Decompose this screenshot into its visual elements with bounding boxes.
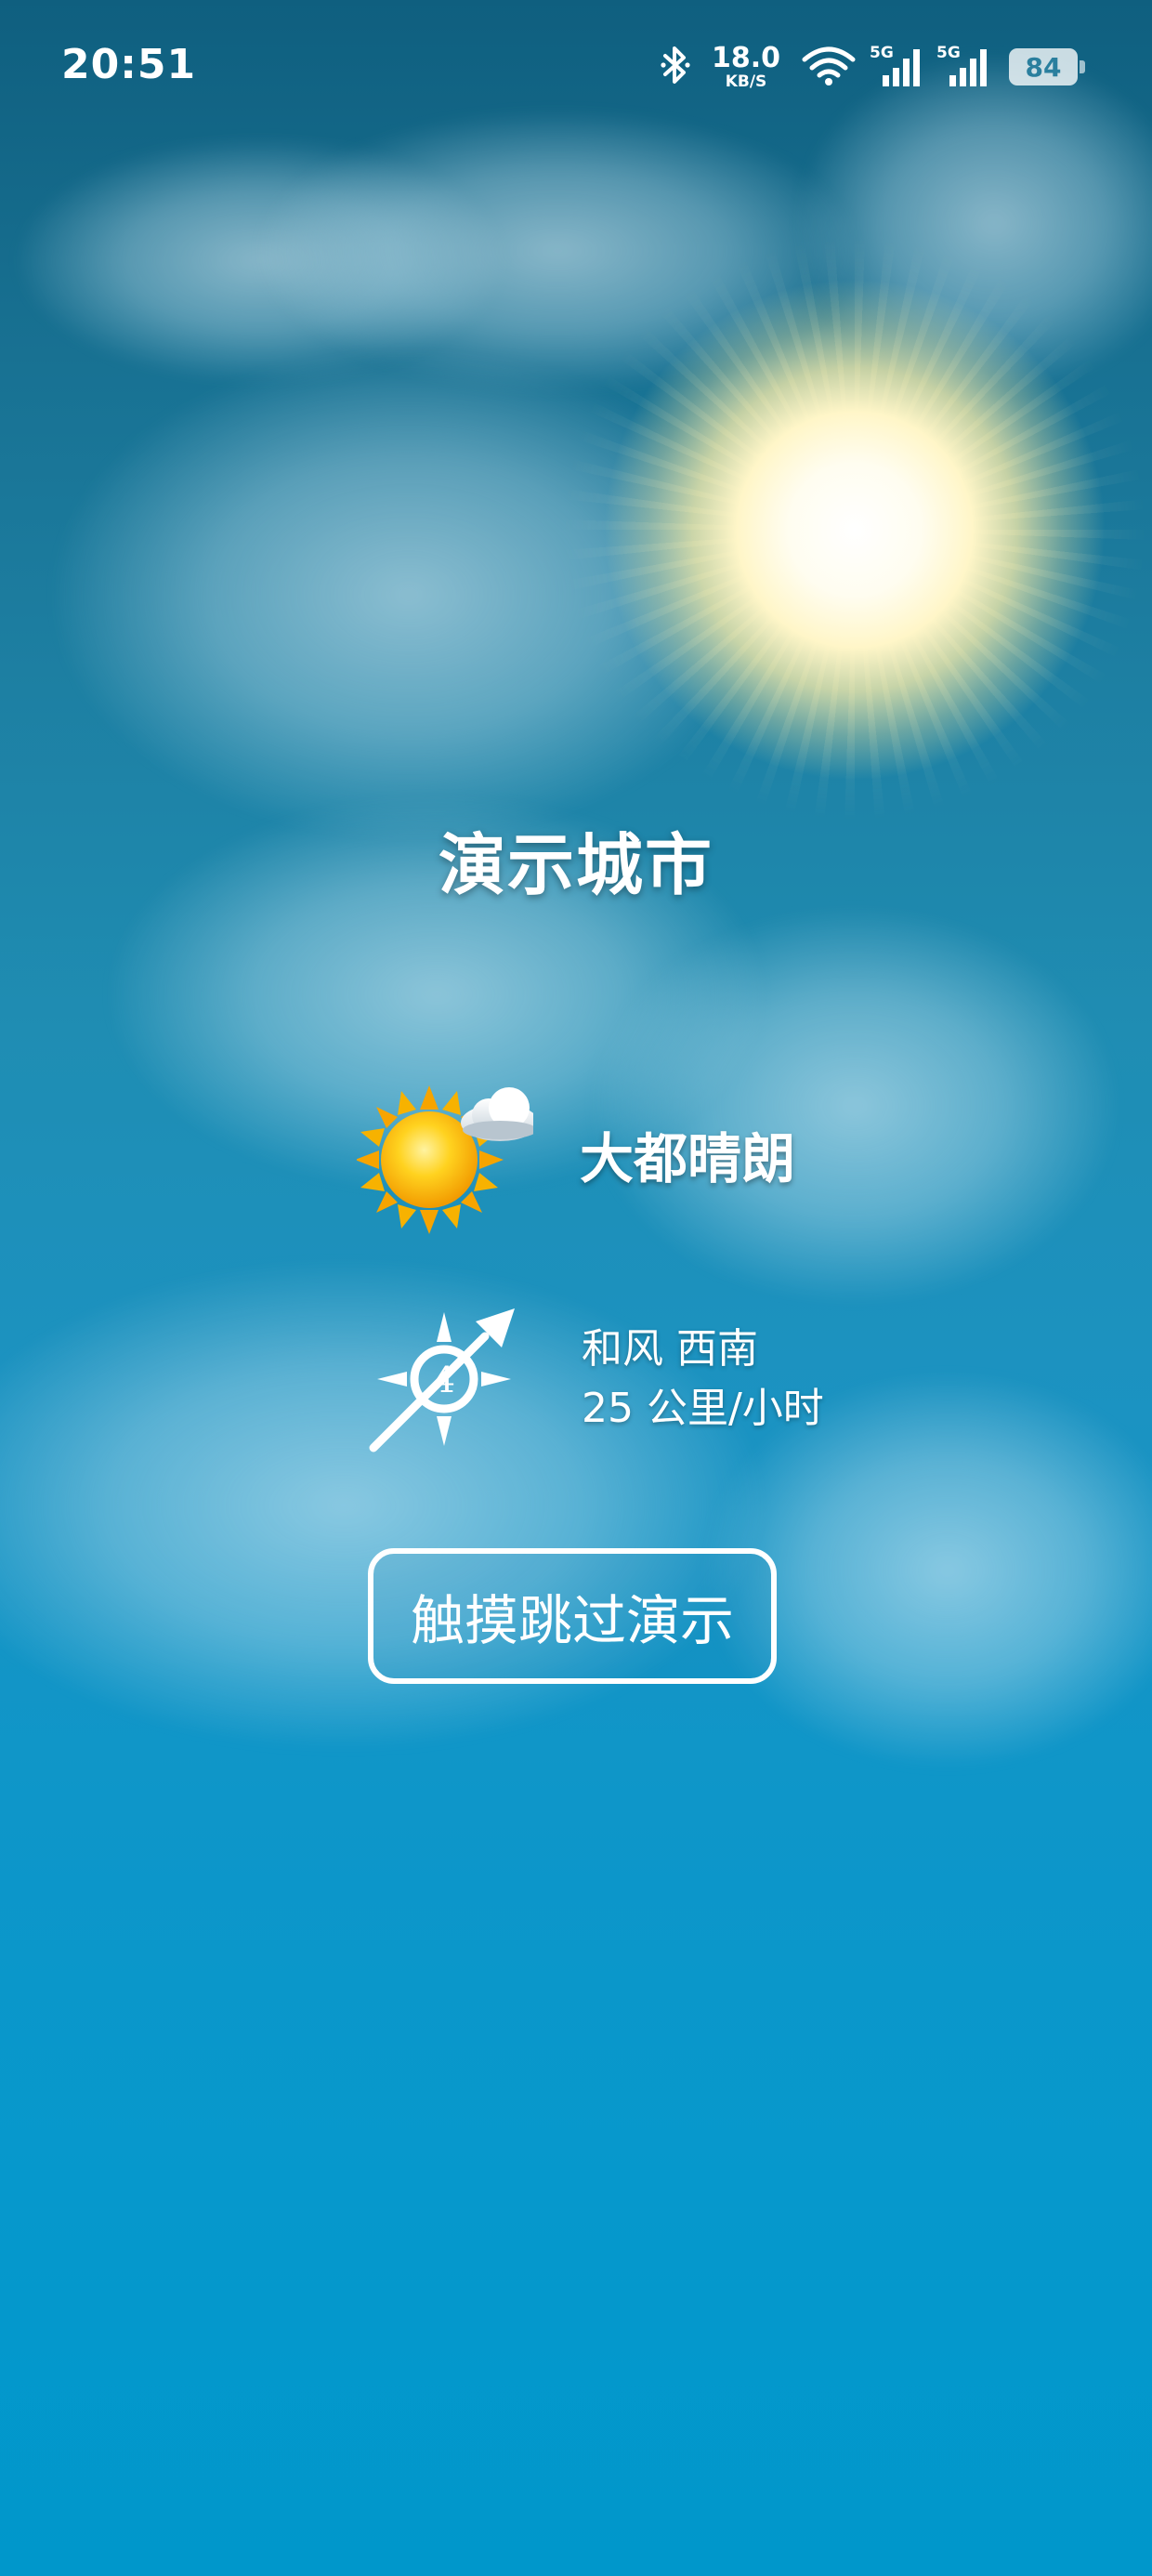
network-speed-value: 18.0 (711, 41, 780, 74)
battery-level: 84 (1025, 51, 1062, 83)
sun-icon (595, 269, 1115, 790)
city-name: 演示城市 (438, 826, 713, 904)
wind-speed: 25 公里/小时 (582, 1385, 824, 1432)
weather-condition: 大都晴朗 (580, 1127, 796, 1190)
sun-cloud-icon (355, 1071, 539, 1238)
signal-icon: 5G (936, 44, 990, 90)
weather-demo-screen: 20:51 18.0 KB/S 5G 5G 84 演示城市 大都晴朗 4 和风 … (0, 0, 1152, 2576)
wind-info: 和风 西南 25 公里/小时 (582, 1320, 824, 1439)
signal-icon: 5G (870, 44, 923, 90)
wind-level: 4 (433, 1360, 455, 1400)
status-bar: 20:51 18.0 KB/S 5G 5G 84 (0, 0, 1152, 139)
bluetooth-icon (660, 43, 691, 91)
wifi-icon (801, 43, 857, 91)
wind-direction: 和风 西南 (582, 1325, 758, 1373)
cloud-shape (19, 139, 502, 381)
network-speed-unit: KB/S (725, 72, 767, 91)
battery-icon: 84 (1009, 48, 1085, 85)
skip-demo-button[interactable]: 触摸跳过演示 (368, 1548, 777, 1684)
status-icons: 18.0 KB/S 5G 5G 84 (660, 39, 1085, 95)
weather-condition-row: 大都晴朗 (355, 1071, 877, 1238)
status-time: 20:51 (61, 41, 197, 88)
wind-row: 4 和风 西南 25 公里/小时 (366, 1301, 886, 1459)
network-speed: 18.0 KB/S (711, 41, 780, 91)
wind-compass-icon: 4 (366, 1301, 524, 1459)
